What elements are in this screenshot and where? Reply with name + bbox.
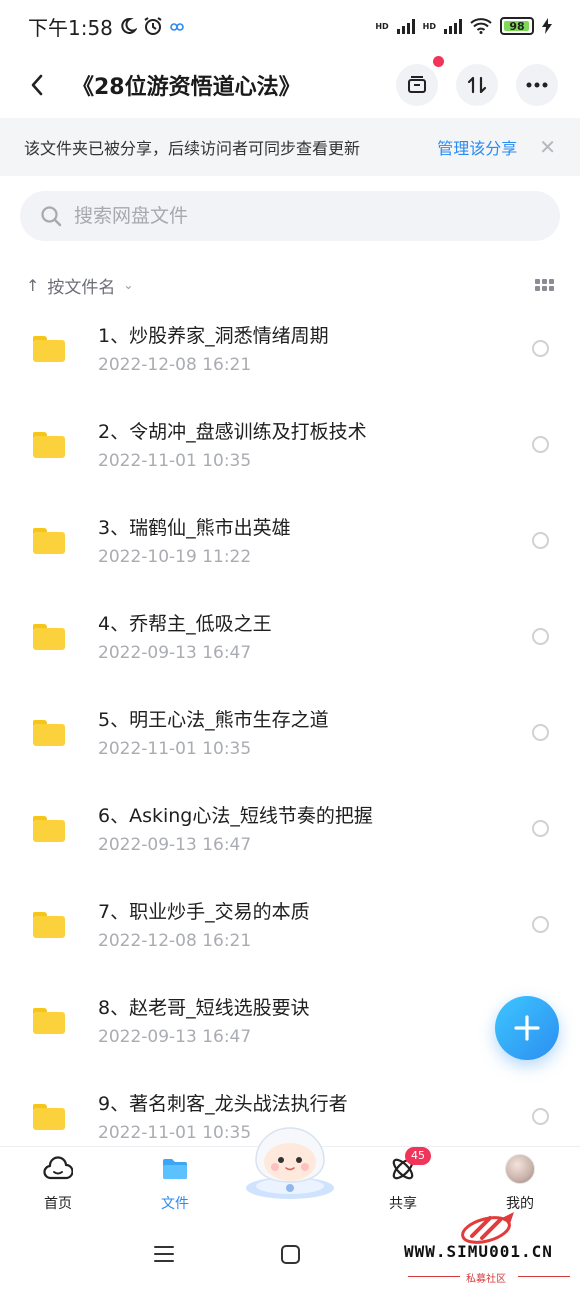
folder-icon	[33, 528, 65, 554]
file-row[interactable]: 6、Asking心法_短线节奏的把握 2022-09-13 16:47	[0, 780, 580, 876]
transfer-button[interactable]	[456, 64, 498, 106]
tab-share[interactable]: 45 共享	[363, 1147, 443, 1217]
file-row[interactable]: 3、瑞鹤仙_熊市出英雄 2022-10-19 11:22	[0, 492, 580, 588]
back-button[interactable]	[22, 70, 52, 100]
file-date: 2022-10-19 11:22	[98, 547, 252, 567]
cloud-sync-icon	[170, 23, 184, 31]
file-name: 5、明王心法_熊市生存之道	[98, 709, 329, 731]
alarm-icon	[144, 17, 162, 35]
add-button[interactable]	[495, 996, 559, 1060]
select-checkbox[interactable]	[532, 628, 549, 645]
mascot-icon[interactable]	[240, 1118, 340, 1200]
status-bar: 下午1:58 HD HD 98	[0, 0, 580, 52]
file-date: 2022-09-13 16:47	[98, 643, 252, 663]
file-name: 4、乔帮主_低吸之王	[98, 613, 272, 635]
file-name: 8、赵老哥_短线选股要诀	[98, 997, 310, 1019]
select-checkbox[interactable]	[532, 820, 549, 837]
swap-arrows-icon	[467, 76, 487, 94]
file-row[interactable]: 5、明王心法_熊市生存之道 2022-11-01 10:35	[0, 684, 580, 780]
close-icon[interactable]: ✕	[539, 135, 556, 159]
file-name: 7、职业炒手_交易的本质	[98, 901, 310, 923]
app-header: 《28位游资悟道心法》	[0, 52, 580, 118]
network-type-2: HD	[422, 21, 436, 31]
folder-icon	[33, 912, 65, 938]
watermark-divider-left	[408, 1276, 460, 1277]
share-badge: 45	[405, 1147, 431, 1165]
network-type-1: HD	[375, 21, 389, 31]
file-name: 2、令胡冲_盘感训练及打板技术	[98, 421, 367, 443]
share-banner: 该文件夹已被分享，后续访问者可同步查看更新 管理该分享 ✕	[0, 118, 580, 176]
file-date: 2022-12-08 16:21	[98, 355, 252, 375]
select-checkbox[interactable]	[532, 340, 549, 357]
sort-label[interactable]: 按文件名	[47, 273, 115, 298]
file-date: 2022-09-13 16:47	[98, 835, 252, 855]
file-date: 2022-11-01 10:35	[98, 739, 252, 759]
grid-view-icon[interactable]	[535, 279, 554, 291]
search-input[interactable]	[74, 205, 494, 227]
signal-icon-2	[444, 18, 462, 34]
wifi-icon	[470, 18, 492, 34]
file-row[interactable]: 8、赵老哥_短线选股要诀 2022-09-13 16:47	[0, 972, 580, 1068]
watermark-logo-icon	[461, 1212, 514, 1244]
page-title: 《28位游资悟道心法》	[72, 75, 301, 100]
folder-icon	[163, 1159, 187, 1179]
select-checkbox[interactable]	[532, 916, 549, 933]
file-name: 9、著名刺客_龙头战法执行者	[98, 1093, 348, 1115]
tab-home-label: 首页	[44, 1196, 72, 1212]
menu-icon[interactable]	[154, 1246, 174, 1267]
file-row[interactable]: 7、职业炒手_交易的本质 2022-12-08 16:21	[0, 876, 580, 972]
chevron-down-icon[interactable]: ⌄	[123, 278, 133, 292]
folder-icon	[33, 432, 65, 458]
folder-icon	[33, 1008, 65, 1034]
tab-home[interactable]: 首页	[18, 1153, 98, 1217]
folder-icon	[33, 1104, 65, 1130]
search-bar[interactable]	[20, 191, 560, 241]
share-message: 该文件夹已被分享，后续访问者可同步查看更新	[24, 139, 361, 158]
file-date: 2022-12-08 16:21	[98, 931, 252, 951]
watermark-text: WWW.SIMU001.CN	[404, 1242, 553, 1261]
avatar	[505, 1154, 535, 1184]
plus-icon	[514, 1015, 540, 1041]
folder-icon	[33, 816, 65, 842]
search-icon	[41, 206, 62, 227]
cloud-icon	[43, 1156, 73, 1180]
tab-files-label: 文件	[161, 1196, 189, 1212]
folder-icon	[33, 624, 65, 650]
folder-icon	[33, 336, 65, 362]
select-checkbox[interactable]	[532, 1108, 549, 1125]
home-square-icon[interactable]	[281, 1245, 300, 1264]
select-checkbox[interactable]	[532, 436, 549, 453]
charging-icon	[542, 18, 552, 34]
sort-arrow-icon: ↑	[26, 275, 40, 295]
select-checkbox[interactable]	[532, 532, 549, 549]
select-checkbox[interactable]	[532, 724, 549, 741]
archive-button[interactable]	[396, 56, 444, 106]
notification-dot	[433, 56, 444, 67]
file-name: 3、瑞鹤仙_熊市出英雄	[98, 517, 291, 539]
sort-bar: ↑ 按文件名 ⌄	[0, 268, 580, 302]
status-time: 下午1:58	[28, 15, 113, 40]
folder-icon	[33, 720, 65, 746]
file-date: 2022-09-13 16:47	[98, 1027, 252, 1047]
file-name: 6、Asking心法_短线节奏的把握	[98, 805, 373, 827]
moon-icon	[121, 17, 137, 34]
watermark-divider-right	[518, 1276, 570, 1277]
file-row[interactable]: 2、令胡冲_盘感训练及打板技术 2022-11-01 10:35	[0, 396, 580, 492]
file-date: 2022-11-01 10:35	[98, 1123, 252, 1143]
tab-files[interactable]: 文件	[135, 1153, 215, 1217]
battery-indicator: 98	[500, 17, 534, 35]
manage-share-link[interactable]: 管理该分享	[437, 135, 517, 159]
file-date: 2022-11-01 10:35	[98, 451, 252, 471]
more-button[interactable]	[516, 64, 558, 106]
watermark-subtext: 私募社区	[466, 1274, 506, 1285]
archive-box-icon	[408, 76, 426, 93]
signal-icon	[396, 18, 415, 34]
file-row[interactable]: 1、炒股养家_洞悉情绪周期 2022-12-08 16:21	[0, 300, 580, 396]
file-name: 1、炒股养家_洞悉情绪周期	[98, 325, 329, 347]
file-row[interactable]: 4、乔帮主_低吸之王 2022-09-13 16:47	[0, 588, 580, 684]
tab-share-label: 共享	[389, 1196, 417, 1212]
chevron-left-icon	[31, 74, 43, 96]
more-dots-icon	[526, 82, 548, 88]
